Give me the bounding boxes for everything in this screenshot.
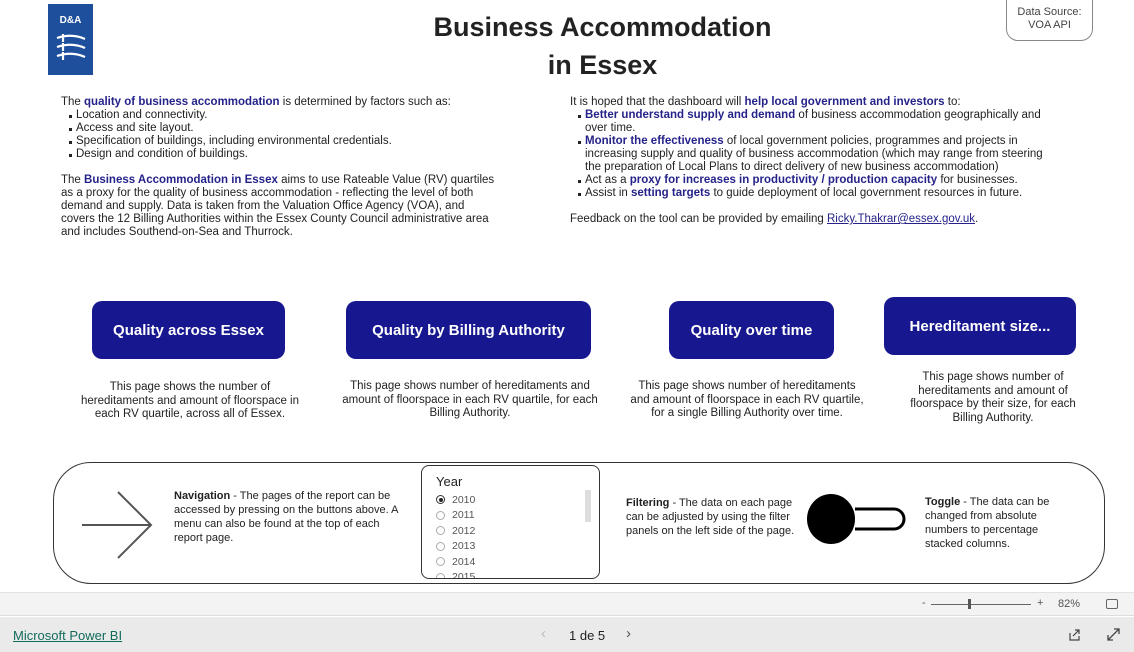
radio-icon[interactable]	[436, 557, 445, 567]
quality-over-time-button[interactable]: Quality over time	[669, 301, 834, 359]
data-source-box: Data Source: VOA API	[1006, 0, 1093, 41]
page-indicator: 1 de 5	[569, 628, 606, 643]
footer-bar: Microsoft Power BI ‹ 1 de 5 ›	[0, 617, 1134, 652]
list-item: Specification of buildings, including en…	[69, 135, 501, 148]
list-item: Design and condition of buildings.	[69, 148, 501, 161]
zoom-value: 82%	[1058, 598, 1081, 610]
zoom-bar: - + 82%	[0, 592, 1134, 616]
quality-by-billing-authority-button[interactable]: Quality by Billing Authority	[346, 301, 591, 359]
hereditament-size-button[interactable]: Hereditament size...	[884, 297, 1076, 355]
slicer-title: Year	[436, 474, 463, 489]
next-page-icon[interactable]: ›	[626, 625, 631, 642]
year-option[interactable]: 2015	[436, 570, 585, 578]
seaxes-icon	[56, 34, 85, 60]
page-title: Business Accommodation in Essex	[433, 12, 772, 80]
year-option[interactable]: 2010	[436, 492, 585, 508]
page-description: This page shows number of hereditaments …	[342, 380, 598, 419]
feedback-email-link[interactable]: Ricky.Thakrar@essex.gov.uk	[827, 213, 975, 225]
list-item: Access and site layout.	[69, 122, 501, 135]
year-option[interactable]: 2013	[436, 539, 585, 555]
zoom-in-button[interactable]: +	[1037, 597, 1043, 609]
list-item: Better understand supply and demand of b…	[578, 109, 1050, 135]
year-option[interactable]: 2011	[436, 508, 585, 524]
zoom-out-button[interactable]: -	[922, 597, 926, 609]
page-description: This page shows number of hereditaments …	[630, 380, 864, 419]
page-description: This page shows the number of hereditame…	[81, 381, 299, 420]
arrow-right-icon	[82, 491, 153, 559]
list-item: Monitor the effectiveness of local gover…	[578, 135, 1050, 174]
intro-left: The quality of business accommodation is…	[61, 96, 501, 239]
radio-icon[interactable]	[436, 526, 445, 536]
list-item: Assist in setting targets to guide deplo…	[578, 187, 1050, 200]
filtering-help: Filtering - The data on each page can be…	[626, 497, 795, 537]
slicer-scrollbar[interactable]	[585, 490, 591, 522]
logo-text: D&A	[59, 15, 82, 26]
radio-icon[interactable]	[436, 495, 445, 505]
share-icon[interactable]	[1068, 628, 1081, 641]
quality-across-essex-button[interactable]: Quality across Essex	[92, 301, 285, 359]
fullscreen-icon[interactable]	[1107, 628, 1120, 641]
zoom-slider[interactable]	[931, 604, 1031, 605]
year-slicer[interactable]: Year 2010 2011 2012 2013 2014 2015	[421, 465, 600, 579]
fit-to-page-icon[interactable]	[1106, 599, 1118, 609]
toggle-help: Toggle - The data can be changed from ab…	[925, 496, 1050, 550]
list-item: Act as a proxy for increases in producti…	[578, 174, 1050, 187]
power-bi-link[interactable]: Microsoft Power BI	[13, 628, 122, 643]
year-option[interactable]: 2012	[436, 523, 585, 539]
radio-icon[interactable]	[436, 541, 445, 551]
da-logo: D&A	[48, 4, 93, 75]
zoom-slider-handle[interactable]	[968, 599, 971, 609]
prev-page-icon[interactable]: ‹	[541, 625, 546, 642]
toggle-icon	[807, 494, 906, 544]
list-item: Location and connectivity.	[69, 109, 501, 122]
page-description: This page shows number of hereditaments …	[910, 371, 1076, 424]
intro-right: It is hoped that the dashboard will help…	[570, 96, 1050, 226]
navigation-help: Navigation - The pages of the report can…	[174, 490, 398, 544]
radio-icon[interactable]	[436, 510, 445, 520]
year-option[interactable]: 2014	[436, 554, 585, 570]
radio-icon[interactable]	[436, 572, 445, 578]
